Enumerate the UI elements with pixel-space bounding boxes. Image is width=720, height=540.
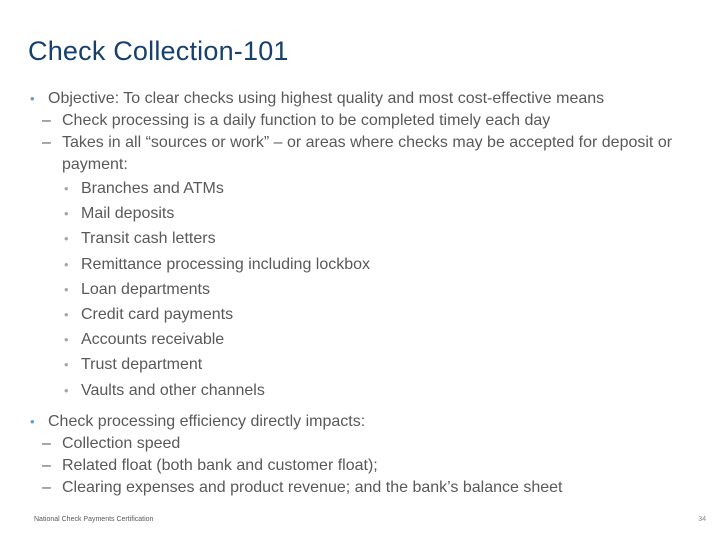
slide-title: Check Collection-101 bbox=[28, 36, 289, 66]
dash-icon: – bbox=[42, 478, 51, 496]
sub-bullet: – Collection speed bbox=[28, 433, 708, 455]
sub-bullet: – Check processing is a daily function to… bbox=[28, 110, 708, 132]
bullet-objective: • Objective: To clear checks using highes… bbox=[28, 88, 708, 110]
list-item: • Vaults and other channels bbox=[28, 378, 708, 403]
bullet-icon: • bbox=[64, 332, 69, 348]
bullet-icon: • bbox=[64, 256, 69, 272]
list-item: • Remittance processing including lockbox bbox=[28, 252, 708, 277]
page-number: 34 bbox=[698, 516, 706, 523]
sub-bullet: – Takes in all “sources or work” – or are… bbox=[42, 134, 673, 173]
dash-icon: – bbox=[42, 112, 51, 129]
bullet-icon: • bbox=[30, 91, 35, 106]
dash-icon: – bbox=[42, 434, 51, 452]
bullet-icon: • bbox=[64, 382, 69, 398]
slide-content: • Objective: To clear checks using highes… bbox=[28, 88, 708, 499]
list-item: • Loan departments bbox=[28, 277, 708, 302]
bullet-icon: • bbox=[30, 413, 35, 429]
list-item: • Mail deposits bbox=[28, 201, 708, 226]
sub-bullet: – Related float (both bank and customer f… bbox=[28, 455, 708, 477]
list-item: • Trust department bbox=[28, 352, 708, 377]
sub-bullet: – Clearing expenses and product revenue; … bbox=[28, 477, 708, 499]
bullet-icon: • bbox=[64, 281, 69, 297]
bullet-icon: • bbox=[64, 231, 69, 247]
list-item: • Accounts receivable bbox=[28, 327, 708, 352]
list-item: • Credit card payments bbox=[28, 302, 708, 327]
list-item: • Transit cash letters bbox=[28, 226, 708, 251]
bullet-icon: • bbox=[64, 357, 69, 373]
bullet-icon: • bbox=[64, 206, 69, 222]
bullet-icon: • bbox=[64, 181, 69, 196]
bullet-icon: • bbox=[64, 307, 69, 323]
dash-icon: – bbox=[42, 134, 51, 151]
bullet-efficiency: • Check processing efficiency directly im… bbox=[28, 411, 708, 433]
footer-text: National Check Payments Certification bbox=[34, 516, 154, 523]
dash-icon: – bbox=[42, 456, 51, 474]
list-item: • Branches and ATMs bbox=[28, 176, 708, 201]
